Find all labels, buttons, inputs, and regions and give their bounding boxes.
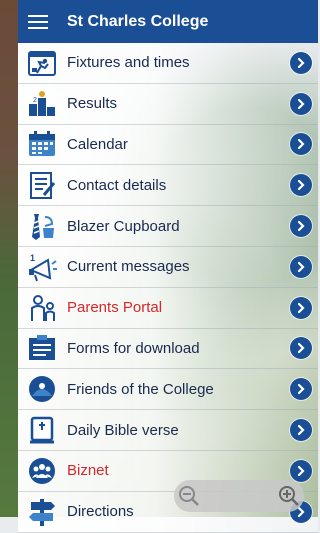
chevron-right-icon[interactable] [290,337,312,360]
zoom-in-icon[interactable] [274,481,304,511]
chevron-right-icon[interactable] [290,133,312,156]
menu-item-calendar[interactable]: Calendar [18,124,318,166]
chevron-right-icon[interactable] [290,419,312,442]
app-header: St Charles College [18,0,318,43]
menu-item-fixtures[interactable]: Fixtures and times [18,43,318,84]
menu-item-label: Biznet [67,462,109,480]
menu-item-label: Current messages [67,258,190,276]
chevron-right-icon[interactable] [290,92,312,115]
chevron-right-icon[interactable] [290,174,312,197]
menu-item-parents-portal[interactable]: Parents Portal [18,287,318,329]
calendar-icon [26,129,58,159]
page-title: St Charles College [67,12,209,30]
menu-item-label: Contact details [67,176,167,194]
menu-item-bible[interactable]: Daily Bible verse [18,410,318,451]
menu-item-messages[interactable]: 1 Current messages [18,246,318,288]
menu-item-blazer[interactable]: Blazer Cupboard [18,206,318,247]
megaphone-icon: 1 [26,252,58,282]
friends-globe-icon [26,374,58,404]
menu-list: Fixtures and times 2 Results Calendar Co… [18,43,318,533]
menu-item-label: Results [67,95,118,113]
signpost-icon [26,497,58,527]
menu-item-label: Parents Portal [67,299,163,317]
results-podium-icon: 2 [26,89,58,119]
zoom-control [174,480,304,512]
chevron-right-icon[interactable] [290,215,312,238]
bible-icon [26,415,58,445]
svg-text:2: 2 [33,97,37,104]
menu-item-results[interactable]: 2 Results [18,83,318,125]
chevron-right-icon[interactable] [290,459,312,482]
menu-item-label: Calendar [67,135,128,153]
menu-item-friends[interactable]: Friends of the College [18,369,318,411]
svg-text:1: 1 [30,253,35,263]
menu-item-label: Fixtures and times [67,54,190,72]
fixtures-icon [26,48,58,78]
menu-item-label: Forms for download [67,339,200,357]
contact-form-icon [26,170,58,200]
parent-child-icon [26,293,58,323]
forms-icon [26,333,58,363]
blazer-tie-icon [26,211,58,241]
menu-item-label: Directions [67,503,134,521]
chevron-right-icon[interactable] [290,51,312,74]
biznet-people-icon [26,456,58,486]
menu-item-contact[interactable]: Contact details [18,165,318,207]
menu-item-forms[interactable]: Forms for download [18,328,318,370]
menu-item-label: Daily Bible verse [67,421,179,439]
chevron-right-icon[interactable] [290,378,312,401]
menu-icon[interactable] [28,11,48,33]
menu-item-label: Blazer Cupboard [67,217,180,235]
menu-item-label: Friends of the College [67,380,214,398]
chevron-right-icon[interactable] [290,255,312,278]
zoom-out-icon[interactable] [174,481,204,511]
chevron-right-icon[interactable] [290,296,312,319]
background-edge [0,0,18,517]
